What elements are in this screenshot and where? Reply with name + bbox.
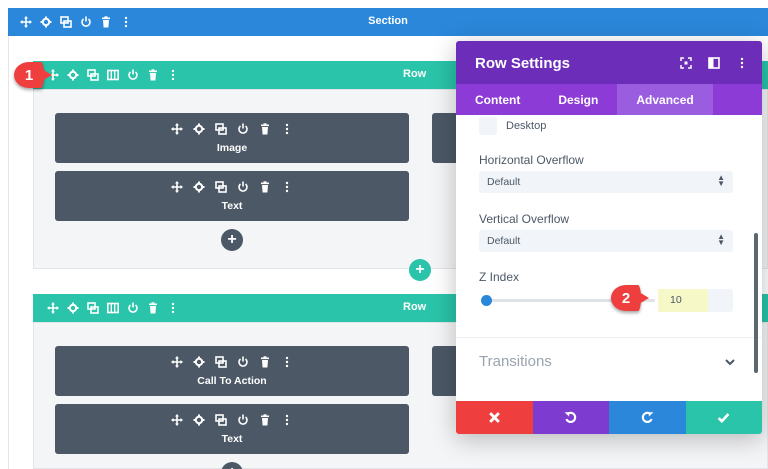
divider xyxy=(456,337,762,338)
horizontal-overflow-value: Default xyxy=(487,176,521,188)
more-icon[interactable] xyxy=(281,414,293,426)
module-text[interactable]: Text xyxy=(55,404,409,454)
duplicate-icon[interactable] xyxy=(87,302,99,314)
callout-badge-2: 2 xyxy=(611,285,649,311)
undo-button[interactable] xyxy=(532,401,609,434)
trash-icon[interactable] xyxy=(259,356,271,368)
redo-button[interactable] xyxy=(609,401,686,434)
horizontal-overflow-select[interactable]: Default ▲ ▼ xyxy=(479,171,733,193)
vertical-overflow-label: Vertical Overflow xyxy=(479,212,570,226)
trash-icon[interactable] xyxy=(259,181,271,193)
tab-design[interactable]: Design xyxy=(539,84,617,115)
power-icon[interactable] xyxy=(237,181,249,193)
module-text[interactable]: Text xyxy=(55,171,409,221)
desktop-checkbox[interactable] xyxy=(479,117,497,135)
duplicate-icon[interactable] xyxy=(87,69,99,81)
horizontal-overflow-label: Horizontal Overflow xyxy=(479,153,584,167)
panel-header-icons xyxy=(680,57,748,69)
panel-body: Desktop Horizontal Overflow Default ▲ ▼ V… xyxy=(456,115,762,401)
module-tools xyxy=(55,414,409,426)
duplicate-icon[interactable] xyxy=(215,123,227,135)
more-icon[interactable] xyxy=(167,69,179,81)
redo-icon xyxy=(641,411,654,423)
gear-icon[interactable] xyxy=(193,123,205,135)
more-icon[interactable] xyxy=(281,181,293,193)
move-icon[interactable] xyxy=(171,123,183,135)
more-icon[interactable] xyxy=(736,57,748,69)
more-icon[interactable] xyxy=(281,356,293,368)
select-arrows-icon: ▲ ▼ xyxy=(717,232,725,247)
z-index-label: Z Index xyxy=(479,270,520,284)
module-call-to-action[interactable]: Call To Action xyxy=(55,346,409,396)
module-label: Image xyxy=(216,142,248,154)
chevron-down-icon[interactable] xyxy=(724,356,736,368)
save-button[interactable] xyxy=(685,401,762,434)
tab-advanced[interactable]: Advanced xyxy=(617,84,713,115)
vertical-overflow-value: Default xyxy=(487,235,521,247)
add-module-button[interactable]: + xyxy=(221,229,243,251)
undo-icon xyxy=(564,411,577,423)
gear-icon[interactable] xyxy=(67,69,79,81)
module-tools xyxy=(55,356,409,368)
panel-footer xyxy=(456,401,762,434)
fullscreen-icon[interactable] xyxy=(680,57,692,69)
section-title: Section xyxy=(368,15,408,27)
columns-icon[interactable] xyxy=(107,302,119,314)
panel-tabs: Content Design Advanced xyxy=(456,84,762,115)
power-icon[interactable] xyxy=(127,69,139,81)
duplicate-icon[interactable] xyxy=(215,356,227,368)
check-icon xyxy=(717,413,730,424)
select-arrows-icon: ▲ ▼ xyxy=(717,173,725,188)
gear-icon[interactable] xyxy=(193,414,205,426)
desktop-option: Desktop xyxy=(479,117,546,135)
gear-icon[interactable] xyxy=(193,356,205,368)
module-image[interactable]: Image xyxy=(55,113,409,163)
section-toolbar[interactable]: Section xyxy=(8,8,768,36)
gear-icon[interactable] xyxy=(67,302,79,314)
trash-icon[interactable] xyxy=(259,414,271,426)
move-icon[interactable] xyxy=(47,302,59,314)
power-icon[interactable] xyxy=(127,302,139,314)
add-row-button[interactable]: + xyxy=(409,259,431,281)
move-icon[interactable] xyxy=(171,181,183,193)
gear-icon[interactable] xyxy=(193,181,205,193)
panel-scrollbar[interactable] xyxy=(754,233,758,373)
vertical-overflow-select[interactable]: Default ▲ ▼ xyxy=(479,230,733,252)
row-tools xyxy=(47,69,179,81)
trash-icon[interactable] xyxy=(259,123,271,135)
module-label: Text xyxy=(221,433,243,445)
power-icon[interactable] xyxy=(237,356,249,368)
row-tools xyxy=(47,302,179,314)
more-icon[interactable] xyxy=(281,123,293,135)
power-icon[interactable] xyxy=(237,123,249,135)
move-icon[interactable] xyxy=(171,414,183,426)
move-icon[interactable] xyxy=(171,356,183,368)
module-tools xyxy=(55,181,409,193)
cancel-button[interactable] xyxy=(456,401,533,434)
power-icon[interactable] xyxy=(237,414,249,426)
panel-header: Row Settings xyxy=(456,41,762,84)
module-label: Text xyxy=(221,200,243,212)
more-icon[interactable] xyxy=(167,302,179,314)
panel-title: Row Settings xyxy=(475,55,571,72)
split-view-icon[interactable] xyxy=(708,57,720,69)
transitions-toggle[interactable]: Transitions xyxy=(479,353,552,370)
trash-icon[interactable] xyxy=(147,302,159,314)
row-title: Row xyxy=(403,301,427,313)
module-label: Call To Action xyxy=(197,375,267,387)
desktop-checkbox-label: Desktop xyxy=(506,120,547,132)
z-index-slider-handle[interactable] xyxy=(481,295,492,306)
module-tools xyxy=(55,123,409,135)
duplicate-icon[interactable] xyxy=(215,414,227,426)
trash-icon[interactable] xyxy=(147,69,159,81)
tab-content[interactable]: Content xyxy=(456,84,539,115)
duplicate-icon[interactable] xyxy=(215,181,227,193)
z-index-value[interactable]: 10 xyxy=(658,289,708,312)
row-title: Row xyxy=(403,68,427,80)
row-settings-panel: Row Settings Content Design Advanced Des… xyxy=(456,41,762,434)
columns-icon[interactable] xyxy=(107,69,119,81)
callout-badge-1: 1 xyxy=(14,62,52,88)
close-icon xyxy=(488,412,500,423)
